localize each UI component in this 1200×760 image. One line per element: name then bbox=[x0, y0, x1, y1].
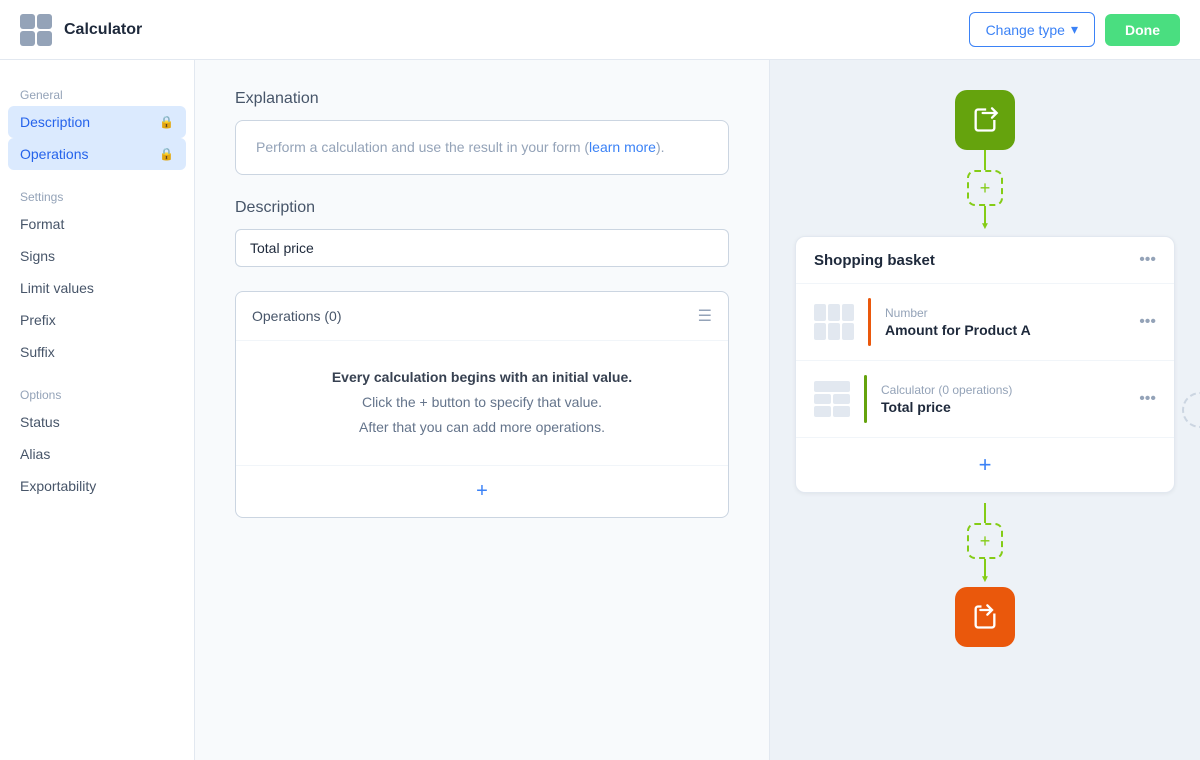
sidebar-item-operations[interactable]: Operations 🔒 bbox=[8, 138, 186, 170]
sidebar-item-status[interactable]: Status bbox=[0, 406, 194, 438]
flow-connector-1: + ▼ bbox=[967, 150, 1003, 226]
item1-type: Number bbox=[885, 306, 1125, 320]
operations-add-row: + bbox=[236, 465, 728, 517]
calculator-field-icon bbox=[814, 381, 850, 417]
item1-name: Amount for Product A bbox=[885, 322, 1125, 338]
description-input[interactable] bbox=[235, 229, 729, 267]
basket-header: Shopping basket ••• bbox=[796, 237, 1174, 284]
sidebar-item-alias[interactable]: Alias bbox=[0, 438, 194, 470]
number-field-icon bbox=[814, 304, 854, 340]
flow-add-node-2[interactable]: + bbox=[967, 523, 1003, 559]
basket-add-row: + bbox=[796, 438, 1174, 492]
sidebar-item-suffix[interactable]: Suffix bbox=[0, 336, 194, 368]
item2-content: Calculator (0 operations) Total price bbox=[881, 383, 1125, 415]
shopping-basket-card: Shopping basket ••• Number Amount for Pr… bbox=[795, 236, 1175, 493]
lock-icon: 🔒 bbox=[159, 115, 174, 129]
flow-add-node-1[interactable]: + bbox=[967, 170, 1003, 206]
app-logo bbox=[20, 14, 52, 46]
right-panel: + ▼ Shopping basket ••• bbox=[770, 60, 1200, 760]
change-type-button[interactable]: Change type ▾ bbox=[969, 12, 1095, 47]
item1-content: Number Amount for Product A bbox=[885, 306, 1125, 338]
sidebar-item-limit-values[interactable]: Limit values bbox=[0, 272, 194, 304]
lock-icon: 🔒 bbox=[159, 147, 174, 161]
flow-exit-node bbox=[955, 587, 1015, 647]
app-title: Calculator bbox=[64, 21, 142, 39]
main-layout: General Description 🔒 Operations 🔒 Setti… bbox=[0, 0, 1200, 760]
sidebar-options-label: Options bbox=[0, 380, 194, 406]
chevron-down-icon: ▾ bbox=[1071, 21, 1078, 38]
flow-entry-node bbox=[955, 90, 1015, 150]
learn-more-link[interactable]: learn more bbox=[589, 139, 656, 155]
basket-item-number: Number Amount for Product A ••• bbox=[796, 284, 1174, 361]
explanation-section-title: Explanation bbox=[235, 90, 729, 108]
sidebar-item-prefix[interactable]: Prefix bbox=[0, 304, 194, 336]
operations-menu-icon[interactable]: ☰ bbox=[698, 306, 712, 326]
item2-type: Calculator (0 operations) bbox=[881, 383, 1125, 397]
operations-header: Operations (0) ☰ bbox=[236, 292, 728, 341]
flow-container: + ▼ Shopping basket ••• bbox=[770, 80, 1200, 657]
item1-menu-icon[interactable]: ••• bbox=[1139, 313, 1156, 331]
operations-header-title: Operations (0) bbox=[252, 308, 341, 324]
item-accent-orange bbox=[868, 298, 871, 346]
operations-box: Operations (0) ☰ Every calculation begin… bbox=[235, 291, 729, 518]
sidebar-general-label: General bbox=[0, 80, 194, 106]
basket-item-calculator: Calculator (0 operations) Total price ••… bbox=[796, 361, 1174, 438]
basket-title: Shopping basket bbox=[814, 252, 935, 269]
sidebar: General Description 🔒 Operations 🔒 Setti… bbox=[0, 60, 195, 760]
explanation-box: Perform a calculation and use the result… bbox=[235, 120, 729, 175]
item2-menu-icon[interactable]: ••• bbox=[1139, 390, 1156, 408]
header-left: Calculator bbox=[20, 14, 142, 46]
flow-connector-2: + ▼ bbox=[967, 503, 1003, 579]
operations-empty-state: Every calculation begins with an initial… bbox=[236, 341, 728, 465]
add-operation-button[interactable]: + bbox=[476, 480, 488, 503]
description-section-title: Description bbox=[235, 199, 729, 217]
basket-menu-icon[interactable]: ••• bbox=[1139, 251, 1156, 269]
sidebar-item-format[interactable]: Format bbox=[0, 208, 194, 240]
app-header: Calculator Change type ▾ Done bbox=[0, 0, 1200, 60]
basket-add-button[interactable]: + bbox=[979, 452, 992, 478]
sidebar-item-signs[interactable]: Signs bbox=[0, 240, 194, 272]
done-button[interactable]: Done bbox=[1105, 14, 1180, 46]
item-accent-green bbox=[864, 375, 867, 423]
sidebar-settings-label: Settings bbox=[0, 182, 194, 208]
sidebar-item-description[interactable]: Description 🔒 bbox=[8, 106, 186, 138]
item2-name: Total price bbox=[881, 399, 1125, 415]
sidebar-item-exportability[interactable]: Exportability bbox=[0, 470, 194, 502]
header-actions: Change type ▾ Done bbox=[969, 12, 1180, 47]
main-content: Explanation Perform a calculation and us… bbox=[195, 60, 770, 760]
